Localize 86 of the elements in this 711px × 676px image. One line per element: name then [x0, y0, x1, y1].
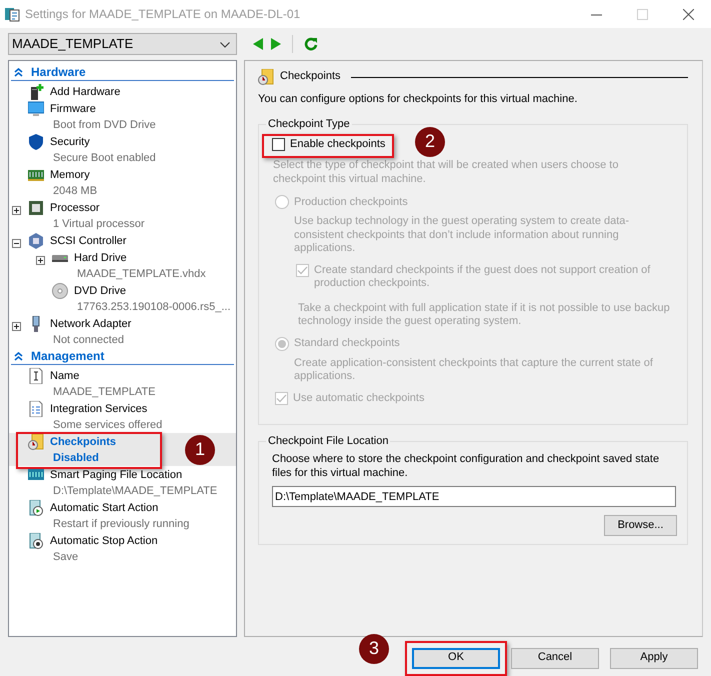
- section-header[interactable]: Hardware: [11, 64, 234, 81]
- vm-dropdown[interactable]: MAADE_TEMPLATE: [8, 33, 237, 55]
- group-label: Checkpoint Type: [267, 118, 351, 130]
- item-title: Integration Services: [50, 402, 148, 417]
- sidebar-item[interactable]: Hard Drive MAADE_TEMPLATE.vhdx: [52, 250, 206, 282]
- item-subtitle: D:\Template\MAADE_TEMPLATE: [52, 484, 218, 499]
- document-icon: [28, 401, 44, 417]
- callout-badge: 3: [359, 634, 389, 664]
- item-title: DVD Drive: [74, 284, 127, 299]
- play-page-icon: [28, 500, 44, 516]
- item-title: Firmware: [50, 102, 97, 117]
- refresh-icon[interactable]: [304, 37, 318, 51]
- item-subtitle: 2048 MB: [52, 184, 98, 199]
- option-description: Create application-consistent checkpoints that capture the current state of applications.: [294, 356, 654, 384]
- item-subtitle: Restart if previously running: [52, 517, 190, 532]
- item-title: Memory: [50, 168, 91, 183]
- stop-page-icon: [28, 533, 44, 549]
- item-subtitle: Disabled: [52, 451, 100, 466]
- item-subtitle: 17763.253.190108-0006.rs5_...: [76, 300, 231, 315]
- panel-title: Checkpoints: [280, 70, 341, 84]
- monitor-icon: [28, 101, 44, 117]
- group-label: Checkpoint File Location: [267, 435, 390, 448]
- sidebar-item[interactable]: Automatic Stop Action Save: [28, 533, 158, 565]
- close-icon[interactable]: [682, 8, 694, 20]
- sidebar-item[interactable]: Add Hardware: [28, 84, 120, 100]
- item-title: Security: [50, 135, 91, 150]
- shield-icon: [28, 134, 44, 150]
- caret-icon: [220, 42, 230, 48]
- processor-icon: [28, 200, 44, 216]
- note-text: Take a checkpoint with full application state if it is not possible to use backup technology inside the guest operating system.: [298, 302, 671, 329]
- item-title: Processor: [50, 201, 101, 216]
- item-subtitle: Some services offered: [52, 418, 162, 433]
- back-icon[interactable]: [253, 38, 263, 50]
- sidebar-item[interactable]: Processor 1 Virtual processor: [28, 200, 145, 232]
- description-text: Choose where to store the checkpoint configuration and checkpoint saved state files for this virtual machine.: [272, 453, 660, 480]
- memory-chip-icon: [28, 467, 44, 483]
- sidebar-item[interactable]: Memory 2048 MB: [28, 167, 98, 199]
- collapse-icon[interactable]: [12, 238, 21, 248]
- item-title: Add Hardware: [50, 85, 120, 100]
- callout-badge: 2: [415, 127, 445, 158]
- dialog-button[interactable]: Apply: [610, 648, 698, 668]
- controller-icon: [28, 233, 44, 249]
- option-description: Use backup technology in the guest operating system to create data-consistent checkpoints that don’t include information about running applications.: [294, 215, 630, 256]
- prompt-text: Select the type of checkpoint that will be created when users choose to checkpoint this virtual machine.: [273, 159, 620, 186]
- expand-icon[interactable]: [36, 256, 45, 265]
- forward-icon[interactable]: [271, 38, 281, 50]
- folder-clock-icon: [258, 69, 274, 85]
- sidebar-item[interactable]: Firmware Boot from DVD Drive: [28, 101, 156, 133]
- sidebar-item[interactable]: Network Adapter Not connected: [28, 316, 132, 348]
- item-subtitle: Save: [52, 550, 80, 565]
- window-title: Settings for MAADE_TEMPLATE on MAADE-DL-01: [25, 6, 300, 22]
- section-header[interactable]: Management: [11, 348, 234, 365]
- dialog-button[interactable]: OK: [412, 648, 500, 668]
- sidebar-item[interactable]: Checkpoints Disabled: [28, 434, 116, 466]
- app-icon: [4, 6, 20, 22]
- sidebar-item[interactable]: SCSI Controller: [28, 233, 126, 249]
- item-subtitle: Secure Boot enabled: [52, 151, 156, 166]
- item-subtitle: 1 Virtual processor: [52, 217, 145, 232]
- item-subtitle: MAADE_TEMPLATE.vhdx: [76, 267, 206, 282]
- item-subtitle: MAADE_TEMPLATE: [52, 385, 156, 400]
- sidebar-item[interactable]: Name MAADE_TEMPLATE: [28, 368, 156, 400]
- description-text: You can configure options for checkpoints for this virtual machine.: [258, 93, 578, 106]
- sidebar-item[interactable]: DVD Drive 17763.253.190108-0006.rs5_...: [52, 283, 231, 315]
- item-title: Automatic Stop Action: [50, 534, 158, 549]
- browse-button[interactable]: Browse...: [604, 515, 677, 536]
- text-cursor-icon: [28, 368, 44, 384]
- item-subtitle: Not connected: [52, 333, 125, 348]
- sidebar-item[interactable]: Integration Services Some services offered: [28, 401, 162, 433]
- sidebar-item[interactable]: Automatic Start Action Restart if previously running: [28, 500, 190, 532]
- dialog-button[interactable]: Cancel: [511, 648, 599, 668]
- item-title: Smart Paging File Location: [50, 468, 184, 483]
- item-title: Hard Drive: [74, 251, 128, 266]
- item-title: Checkpoints: [50, 435, 116, 450]
- expand-icon[interactable]: [12, 206, 21, 215]
- item-title: Automatic Start Action: [50, 501, 160, 516]
- item-subtitle: Boot from DVD Drive: [52, 118, 156, 133]
- expand-icon[interactable]: [12, 322, 21, 331]
- memory-chip-icon: [28, 167, 44, 183]
- item-title: SCSI Controller: [50, 234, 126, 249]
- sidebar-item[interactable]: Smart Paging File Location D:\Template\MAADE_TEMPLATE: [28, 467, 218, 499]
- item-title: Name: [50, 369, 80, 384]
- sidebar-item[interactable]: Security Secure Boot enabled: [28, 134, 156, 166]
- item-title: Network Adapter: [50, 317, 132, 332]
- path-field[interactable]: D:\Template\MAADE_TEMPLATE: [272, 486, 676, 508]
- disc-icon: [52, 283, 68, 299]
- server-plus-icon: [28, 84, 44, 100]
